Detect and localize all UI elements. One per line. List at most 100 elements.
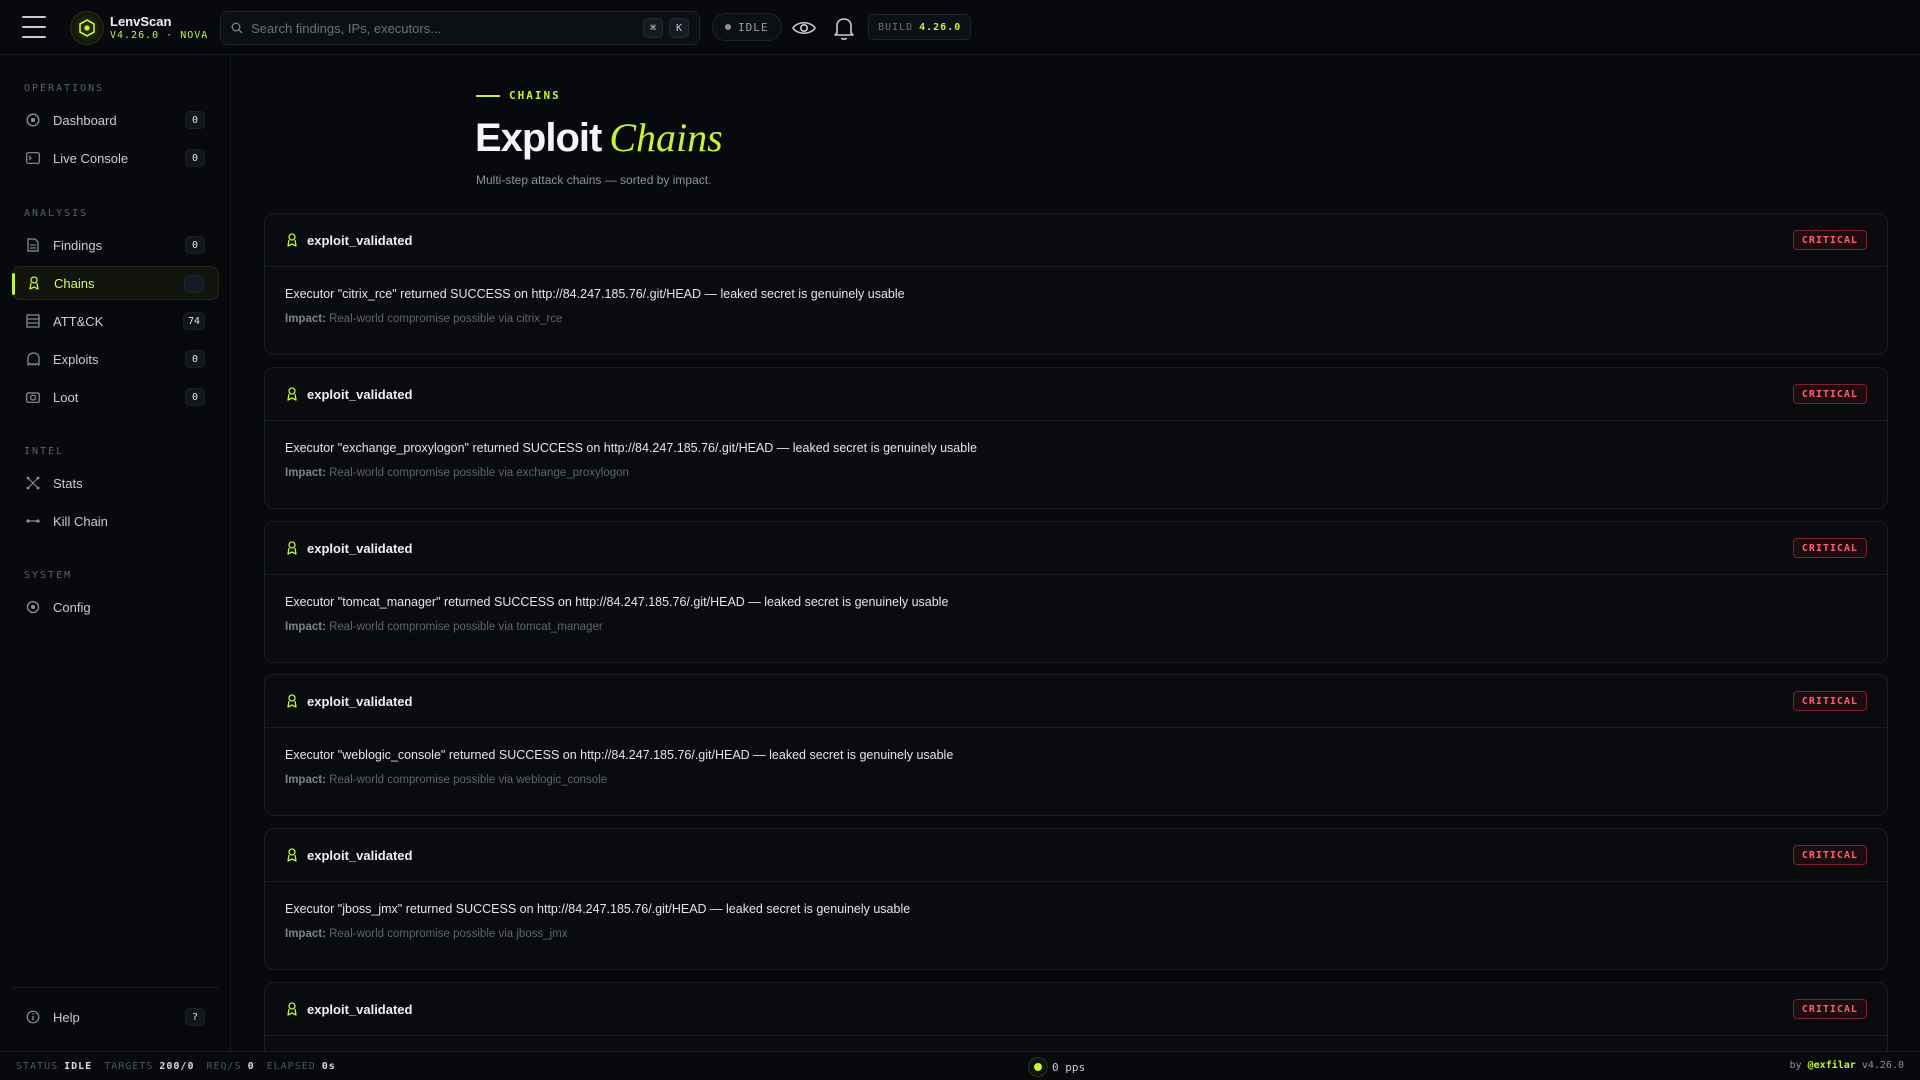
footer-version: v4.26.0 <box>1861 1060 1904 1071</box>
search-input[interactable] <box>251 20 637 36</box>
gear-icon <box>25 599 41 615</box>
page-title-main: Exploit <box>475 116 602 160</box>
chain-description: Executor "exchange_proxylogon" returned … <box>285 441 977 455</box>
reqs-label: REQ/S <box>206 1061 242 1072</box>
brand[interactable]: LenvScan V4.26.0 · NOVA <box>70 11 208 45</box>
status-bar: STATUS IDLE TARGETS 200/0 REQ/S 0 ELAPSE… <box>0 1051 1920 1080</box>
sidebar-item-help[interactable]: Help ? <box>12 1000 219 1034</box>
search-icon <box>231 22 243 34</box>
impact-label: Impact: <box>285 621 326 633</box>
sidebar-item-label: Dashboard <box>53 112 117 128</box>
chain-title: exploit_validated <box>307 693 413 709</box>
chain-card[interactable]: exploit_validated CRITICAL Executor "web… <box>264 674 1888 816</box>
matrix-icon <box>25 313 41 329</box>
chain-icon <box>285 693 299 709</box>
severity-badge: CRITICAL <box>1792 384 1867 404</box>
sidebar-item-live-console[interactable]: Live Console 0 <box>12 141 219 175</box>
sidebar-item-label: Help <box>53 1009 80 1025</box>
chain-card-header: exploit_validated CRITICAL <box>265 675 1887 728</box>
count-badge: 0 <box>185 350 205 368</box>
eyebrow-line <box>476 94 500 97</box>
chain-impact: Impact: Real-world compromise possible v… <box>285 621 1867 633</box>
pps-value: 0 pps <box>1052 1060 1086 1074</box>
count-badge: 74 <box>182 312 205 330</box>
chain-title: exploit_validated <box>307 847 413 863</box>
sidebar-divider <box>12 987 219 988</box>
section-label-system: SYSTEM <box>24 570 73 581</box>
build-label: BUILD <box>878 21 914 33</box>
chain-title: exploit_validated <box>307 540 413 556</box>
elapsed-label: ELAPSED <box>266 1061 316 1072</box>
chain-card[interactable]: exploit_validated CRITICAL Executor "tom… <box>264 521 1888 663</box>
chain-card-header: exploit_validated CRITICAL <box>265 522 1887 575</box>
severity-badge: CRITICAL <box>1792 538 1867 558</box>
help-badge: ? <box>185 1008 205 1026</box>
chain-impact: Impact: Real-world compromise possible v… <box>285 774 1867 786</box>
top-bar: LenvScan V4.26.0 · NOVA ⌘ K IDLE BUILD 4… <box>0 0 1920 55</box>
impact-label: Impact: <box>285 928 326 940</box>
chain-description: Executor "jboss_jmx" returned SUCCESS on… <box>285 902 911 916</box>
dashboard-icon <box>25 112 41 128</box>
chain-card[interactable]: exploit_validated CRITICAL Executor "exc… <box>264 367 1888 509</box>
severity-badge: CRITICAL <box>1792 999 1867 1019</box>
search-bar[interactable]: ⌘ K <box>220 11 700 45</box>
status-dot-icon <box>725 24 731 30</box>
ghost-icon <box>25 351 41 367</box>
logo-icon <box>70 11 104 45</box>
page-subtitle: Multi-step attack chains — sorted by imp… <box>476 173 712 187</box>
eye-icon[interactable] <box>790 14 818 42</box>
chain-description: Executor "citrix_rce" returned SUCCESS o… <box>285 287 905 301</box>
impact-label: Impact: <box>285 774 326 786</box>
sidebar-item-dashboard[interactable]: Dashboard 0 <box>12 103 219 137</box>
document-icon <box>25 237 41 253</box>
menu-icon[interactable] <box>22 16 46 38</box>
pps-indicator: 0 pps <box>1028 1057 1085 1077</box>
sidebar-item-label: Kill Chain <box>53 513 108 529</box>
link-dots-icon <box>25 513 41 529</box>
by-label: by <box>1789 1060 1802 1071</box>
sidebar-item-kill-chain[interactable]: Kill Chain <box>12 504 219 538</box>
count-badge: 0 <box>185 236 205 254</box>
chain-icon <box>26 275 42 291</box>
chain-icon <box>285 1001 299 1017</box>
sidebar: OPERATIONS Dashboard 0 Live Console 0 AN… <box>0 56 231 1051</box>
chain-card[interactable]: exploit_validated CRITICAL Executor "cit… <box>264 213 1888 355</box>
sidebar-item-label: Exploits <box>53 351 99 367</box>
chain-card[interactable]: exploit_validated CRITICAL <box>264 982 1888 1051</box>
chain-card-header: exploit_validated CRITICAL <box>265 983 1887 1036</box>
sidebar-item-stats[interactable]: Stats <box>12 466 219 500</box>
impact-label: Impact: <box>285 467 326 479</box>
build-badge: BUILD 4.26.0 <box>868 14 972 40</box>
build-value: 4.26.0 <box>919 21 962 33</box>
status-pill-label: IDLE <box>738 20 769 34</box>
status-pill[interactable]: IDLE <box>712 13 782 41</box>
bell-icon[interactable] <box>830 14 858 42</box>
sidebar-item-exploits[interactable]: Exploits 0 <box>12 342 219 376</box>
sidebar-item-label: Findings <box>53 237 103 253</box>
status-value: IDLE <box>64 1061 93 1072</box>
credits: by @exfilar v4.26.0 <box>1790 1060 1904 1071</box>
sidebar-item-label: ATT&CK <box>53 313 104 329</box>
activity-dot-icon <box>1028 1057 1048 1077</box>
status-bar-metrics: STATUS IDLE TARGETS 200/0 REQ/S 0 ELAPSE… <box>16 1061 348 1072</box>
chain-title: exploit_validated <box>307 232 413 248</box>
impact-text: Real-world compromise possible via excha… <box>329 467 629 479</box>
author-handle[interactable]: @exfilar <box>1808 1060 1856 1071</box>
sidebar-item-label: Stats <box>53 475 83 491</box>
chain-description: Executor "tomcat_manager" returned SUCCE… <box>285 595 949 609</box>
app-version: V4.26.0 · NOVA <box>110 29 209 41</box>
count-badge: 0 <box>185 388 205 406</box>
chain-impact: Impact: Real-world compromise possible v… <box>285 313 1867 325</box>
chain-card[interactable]: exploit_validated CRITICAL Executor "jbo… <box>264 828 1888 970</box>
shortcut-cmd-key: ⌘ <box>643 18 663 38</box>
impact-text: Real-world compromise possible via tomca… <box>329 621 603 633</box>
sidebar-item-chains[interactable]: Chains <box>12 266 219 300</box>
targets-value: 200/0 <box>159 1061 195 1072</box>
sidebar-item-label: Chains <box>54 275 95 291</box>
sidebar-item-config[interactable]: Config <box>12 590 219 624</box>
sidebar-item-attack[interactable]: ATT&CK 74 <box>12 304 219 338</box>
sidebar-item-label: Loot <box>53 389 79 405</box>
sidebar-item-findings[interactable]: Findings 0 <box>12 228 219 262</box>
sidebar-item-loot[interactable]: Loot 0 <box>12 380 219 414</box>
impact-text: Real-world compromise possible via jboss… <box>329 928 568 940</box>
